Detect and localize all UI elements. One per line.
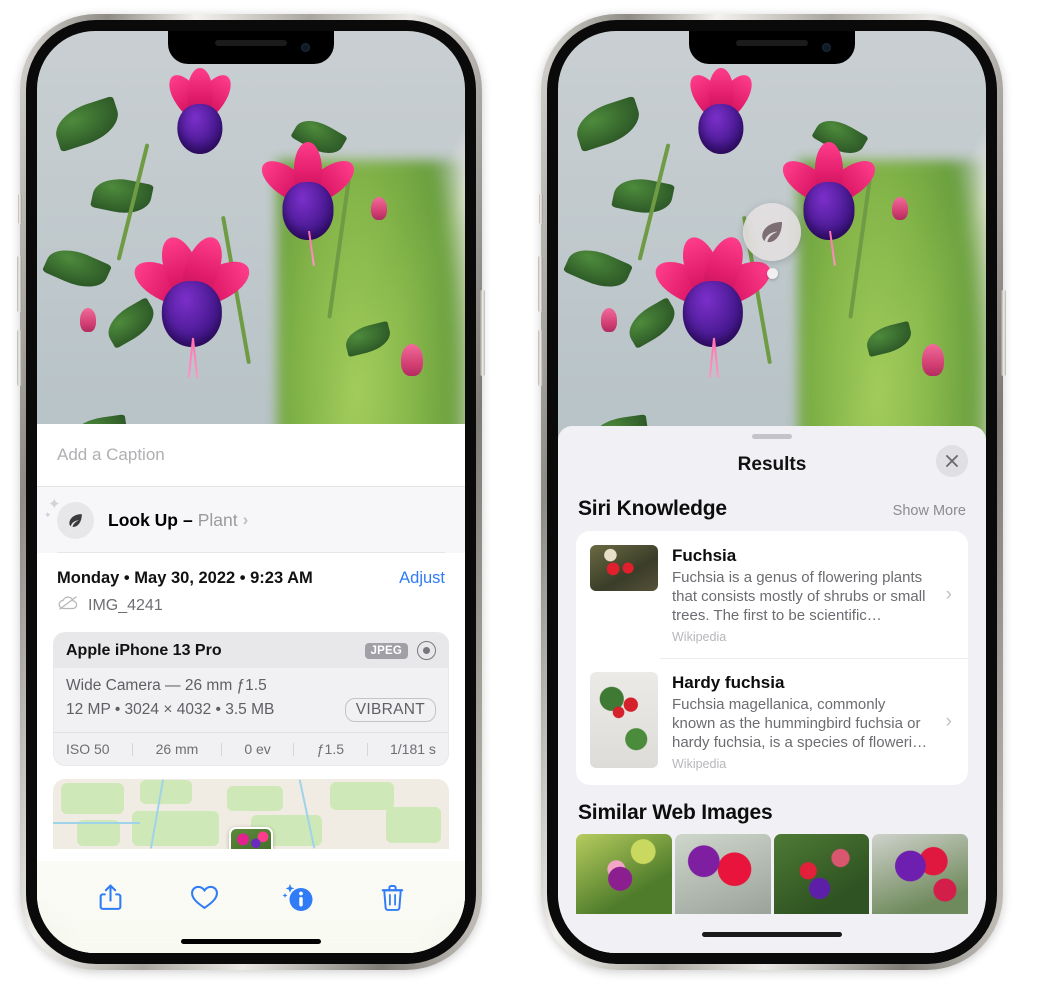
- look-up-dash: –: [183, 509, 193, 530]
- trash-icon[interactable]: [369, 875, 415, 919]
- front-camera-icon: [822, 43, 831, 52]
- web-image-thumbnail[interactable]: [674, 834, 771, 914]
- earpiece-speaker: [215, 40, 287, 46]
- results-sheet: Results Siri Knowledge Show More Fuchsia…: [558, 426, 986, 953]
- exif-shutter-speed: 1/181 s: [389, 741, 436, 757]
- map-photo-pin[interactable]: [229, 827, 273, 849]
- photo-info-sheet: Add a Caption ✦ ✦ Look Up – Plant › Mond…: [37, 424, 465, 953]
- camera-lens-info: Wide Camera — 26 mm ƒ1.5: [66, 677, 267, 694]
- list-item[interactable]: Hardy fuchsia Fuchsia magellanica, commo…: [576, 658, 968, 785]
- photo-date: Monday • May 30, 2022 • 9:23 AM: [57, 569, 313, 587]
- divider: [132, 742, 134, 756]
- divider: [220, 742, 222, 756]
- look-up-title: Look Up: [108, 509, 178, 530]
- heart-icon[interactable]: [181, 875, 227, 919]
- caption-input[interactable]: Add a Caption: [37, 424, 465, 486]
- volume-up-button[interactable]: [17, 256, 22, 312]
- info-sparkle-icon[interactable]: [275, 875, 321, 919]
- location-map[interactable]: [53, 779, 449, 849]
- leaf-icon: ✦ ✦: [44, 497, 94, 539]
- home-indicator[interactable]: [181, 939, 321, 944]
- exif-iso: ISO 50: [66, 741, 110, 757]
- aperture-icon: [417, 641, 436, 660]
- share-icon[interactable]: [87, 875, 133, 919]
- left-phone-mockup: Add a Caption ✦ ✦ Look Up – Plant › Mond…: [17, 14, 485, 970]
- siri-knowledge-cards: Fuchsia Fuchsia is a genus of flowering …: [576, 531, 968, 785]
- chevron-right-icon: ›: [242, 510, 249, 529]
- exif-row: ISO 50 26 mm 0 ev ƒ1.5 1/181 s: [54, 732, 448, 765]
- similar-web-images-header: Similar Web Images: [558, 785, 986, 834]
- home-indicator[interactable]: [702, 932, 842, 937]
- silent-switch[interactable]: [539, 194, 543, 224]
- chevron-right-icon: ›: [945, 583, 952, 605]
- web-image-thumbnail[interactable]: [773, 834, 870, 914]
- chevron-right-icon: ›: [945, 710, 952, 732]
- photographic-style-badge: VIBRANT: [344, 698, 436, 722]
- volume-down-button[interactable]: [538, 330, 543, 386]
- look-up-subject: Plant: [197, 509, 238, 530]
- exif-focal-length: 26 mm: [155, 741, 199, 757]
- earpiece-speaker: [736, 40, 808, 46]
- icloud-slash-icon: [57, 595, 79, 616]
- power-button[interactable]: [1001, 290, 1006, 376]
- power-button[interactable]: [480, 290, 485, 376]
- result-thumbnail: [590, 672, 658, 768]
- camera-device-name: Apple iPhone 13 Pro: [66, 641, 222, 659]
- divider: [57, 552, 445, 553]
- volume-up-button[interactable]: [538, 256, 543, 312]
- web-image-thumbnail[interactable]: [576, 834, 672, 914]
- result-source: Wikipedia: [672, 757, 727, 771]
- notch: [689, 31, 855, 64]
- notch: [168, 31, 334, 64]
- show-more-button[interactable]: Show More: [893, 503, 966, 519]
- exif-exposure-value: 0 ev: [244, 741, 271, 757]
- photo-toolbar: [37, 861, 465, 953]
- photo-metadata: Monday • May 30, 2022 • 9:23 AM Adjust I…: [37, 553, 465, 626]
- leaf-icon: [743, 203, 801, 261]
- result-thumbnail: [590, 545, 658, 591]
- close-icon[interactable]: [936, 445, 968, 477]
- photo-filename: IMG_4241: [88, 596, 163, 614]
- list-item[interactable]: Fuchsia Fuchsia is a genus of flowering …: [576, 531, 968, 658]
- web-image-strip[interactable]: [558, 834, 986, 914]
- result-title: Hardy fuchsia: [672, 673, 785, 692]
- sparkle-icon-small: ✦: [44, 509, 52, 520]
- format-badge: JPEG: [364, 642, 408, 659]
- result-description: Fuchsia magellanica, commonly known as t…: [672, 696, 928, 751]
- look-up-label: Look Up – Plant ›: [108, 510, 248, 531]
- badge-anchor-dot: [766, 268, 778, 279]
- adjust-button[interactable]: Adjust: [399, 569, 445, 588]
- right-phone-mockup: Results Siri Knowledge Show More Fuchsia…: [538, 14, 1006, 970]
- exif-aperture: ƒ1.5: [316, 741, 345, 757]
- section-title-siri-knowledge: Siri Knowledge: [578, 497, 727, 520]
- sheet-title: Results: [737, 454, 807, 475]
- front-camera-icon: [301, 43, 310, 52]
- left-screen: Add a Caption ✦ ✦ Look Up – Plant › Mond…: [37, 31, 465, 953]
- section-title-similar-web-images: Similar Web Images: [578, 801, 773, 824]
- camera-specs: 12 MP • 3024 × 4032 • 3.5 MB: [66, 701, 275, 718]
- web-image-thumbnail[interactable]: [872, 834, 968, 914]
- camera-info-card: Apple iPhone 13 Pro JPEG Wide Camera — 2…: [53, 632, 449, 766]
- screenshot-stage: Add a Caption ✦ ✦ Look Up – Plant › Mond…: [0, 0, 1055, 985]
- siri-knowledge-header: Siri Knowledge Show More: [558, 491, 986, 531]
- silent-switch[interactable]: [18, 194, 22, 224]
- volume-down-button[interactable]: [17, 330, 22, 386]
- divider: [293, 742, 295, 756]
- look-up-row[interactable]: ✦ ✦ Look Up – Plant ›: [37, 487, 465, 553]
- divider: [366, 742, 368, 756]
- result-source: Wikipedia: [672, 630, 727, 644]
- right-screen: Results Siri Knowledge Show More Fuchsia…: [558, 31, 986, 953]
- result-description: Fuchsia is a genus of flowering plants t…: [672, 569, 926, 624]
- visual-lookup-badge[interactable]: [743, 203, 801, 279]
- result-title: Fuchsia: [672, 546, 737, 565]
